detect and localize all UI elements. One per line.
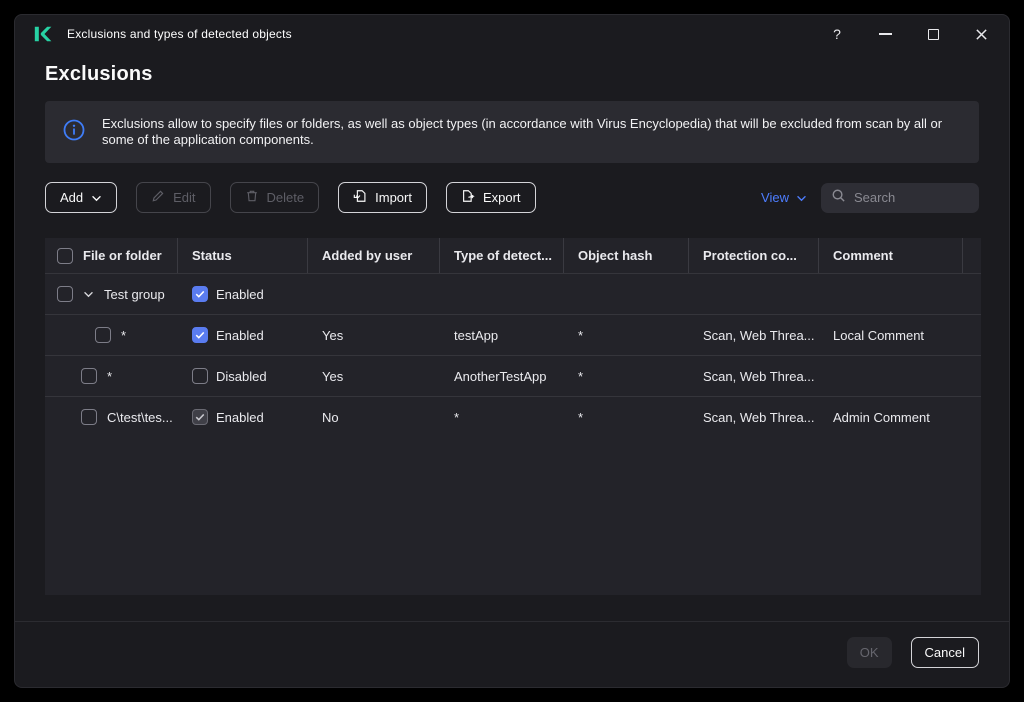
page-title: Exclusions: [45, 63, 153, 85]
protection-value: Scan, Web Threa...: [703, 368, 815, 384]
add-button-label: Add: [60, 190, 84, 205]
edit-button[interactable]: Edit: [136, 182, 211, 213]
added-by-user-value: No: [322, 409, 339, 425]
status-checkbox-locked[interactable]: [192, 409, 208, 425]
file-or-folder-value: C\test\tes...: [107, 409, 173, 425]
import-button-label: Import: [375, 190, 412, 205]
status-checkbox[interactable]: [192, 286, 208, 302]
export-button-label: Export: [482, 190, 521, 205]
row-checkbox[interactable]: [81, 368, 97, 384]
window-title: Exclusions and types of detected objects: [67, 27, 292, 41]
delete-button[interactable]: Delete: [229, 182, 320, 213]
row-checkbox[interactable]: [57, 286, 73, 302]
search-box: [821, 182, 979, 213]
add-button[interactable]: Add: [45, 182, 118, 213]
group-name: Test group: [104, 286, 165, 302]
protection-value: Scan, Web Threa...: [703, 409, 815, 425]
status-checkbox[interactable]: [192, 368, 208, 384]
object-hash-value: *: [578, 409, 584, 425]
help-icon[interactable]: ?: [829, 26, 845, 42]
row-checkbox[interactable]: [95, 327, 111, 343]
table-row[interactable]: C\test\tes... Enabled No * * Scan, Web T…: [45, 396, 981, 437]
view-dropdown[interactable]: View: [761, 190, 807, 205]
minimize-icon[interactable]: [877, 26, 893, 42]
edit-button-label: Edit: [173, 190, 196, 205]
added-by-user-value: Yes: [322, 327, 344, 343]
table-row[interactable]: * Disabled Yes AnotherTestApp * Scan, We…: [45, 355, 981, 396]
status-checkbox[interactable]: [192, 327, 208, 343]
exclusions-table: File or folder Status Added by user Type…: [45, 238, 981, 595]
group-expand-chevron-icon[interactable]: [83, 291, 94, 298]
comment-value: Admin Comment: [833, 409, 930, 425]
trash-icon: [245, 189, 259, 206]
chevron-down-icon: [91, 190, 102, 205]
delete-button-label: Delete: [266, 190, 305, 205]
table-row[interactable]: * Enabled Yes testApp * Scan, Web Threa.…: [45, 314, 981, 355]
status-label: Enabled: [216, 409, 264, 425]
file-or-folder-value: *: [121, 327, 127, 343]
header-protection-components[interactable]: Protection co...: [689, 238, 819, 273]
header-type-of-detected[interactable]: Type of detect...: [440, 238, 564, 273]
titlebar: Exclusions and types of detected objects…: [15, 15, 1009, 53]
info-banner: Exclusions allow to specify files or fol…: [45, 101, 979, 163]
import-button[interactable]: Import: [338, 182, 427, 213]
close-icon[interactable]: [973, 26, 989, 42]
type-value: testApp: [454, 327, 499, 343]
type-value: AnotherTestApp: [454, 368, 547, 384]
pencil-icon: [151, 189, 165, 206]
status-label: Enabled: [216, 286, 264, 302]
row-checkbox[interactable]: [81, 409, 97, 425]
object-hash-value: *: [578, 368, 584, 384]
header-spacer: [963, 238, 981, 273]
app-window: Exclusions and types of detected objects…: [14, 14, 1010, 688]
object-hash-value: *: [578, 327, 584, 343]
header-file-or-folder[interactable]: File or folder: [45, 238, 178, 273]
export-icon: [461, 189, 475, 206]
export-button[interactable]: Export: [445, 182, 536, 213]
kaspersky-logo-icon: [33, 24, 53, 44]
footer: OK Cancel: [15, 622, 1009, 687]
status-label: Enabled: [216, 327, 264, 343]
type-value: *: [454, 409, 460, 425]
view-dropdown-label: View: [761, 190, 789, 205]
chevron-down-icon: [796, 190, 807, 205]
added-by-user-value: Yes: [322, 368, 344, 384]
header-comment[interactable]: Comment: [819, 238, 963, 273]
search-icon: [831, 188, 846, 208]
search-input[interactable]: [854, 190, 969, 205]
ok-button[interactable]: OK: [846, 637, 892, 668]
file-or-folder-value: *: [107, 368, 113, 384]
header-added-by-user[interactable]: Added by user: [308, 238, 440, 273]
info-icon: [63, 119, 85, 146]
status-label: Disabled: [216, 368, 267, 384]
toolbar: Add Edit Delete Import Export View Searc…: [45, 182, 979, 213]
comment-value: [819, 356, 963, 396]
select-all-checkbox[interactable]: [57, 247, 73, 264]
import-icon: [353, 189, 367, 206]
header-status[interactable]: Status: [178, 238, 308, 273]
protection-value: Scan, Web Threa...: [703, 327, 815, 343]
comment-value: Local Comment: [833, 327, 925, 343]
header-object-hash[interactable]: Object hash: [564, 238, 689, 273]
banner-text: Exclusions allow to specify files or fol…: [102, 116, 943, 147]
table-row-group[interactable]: Test group Enabled: [45, 273, 981, 314]
maximize-icon[interactable]: [925, 26, 941, 42]
table-header-row: File or folder Status Added by user Type…: [45, 238, 981, 273]
cancel-button[interactable]: Cancel: [910, 637, 979, 668]
